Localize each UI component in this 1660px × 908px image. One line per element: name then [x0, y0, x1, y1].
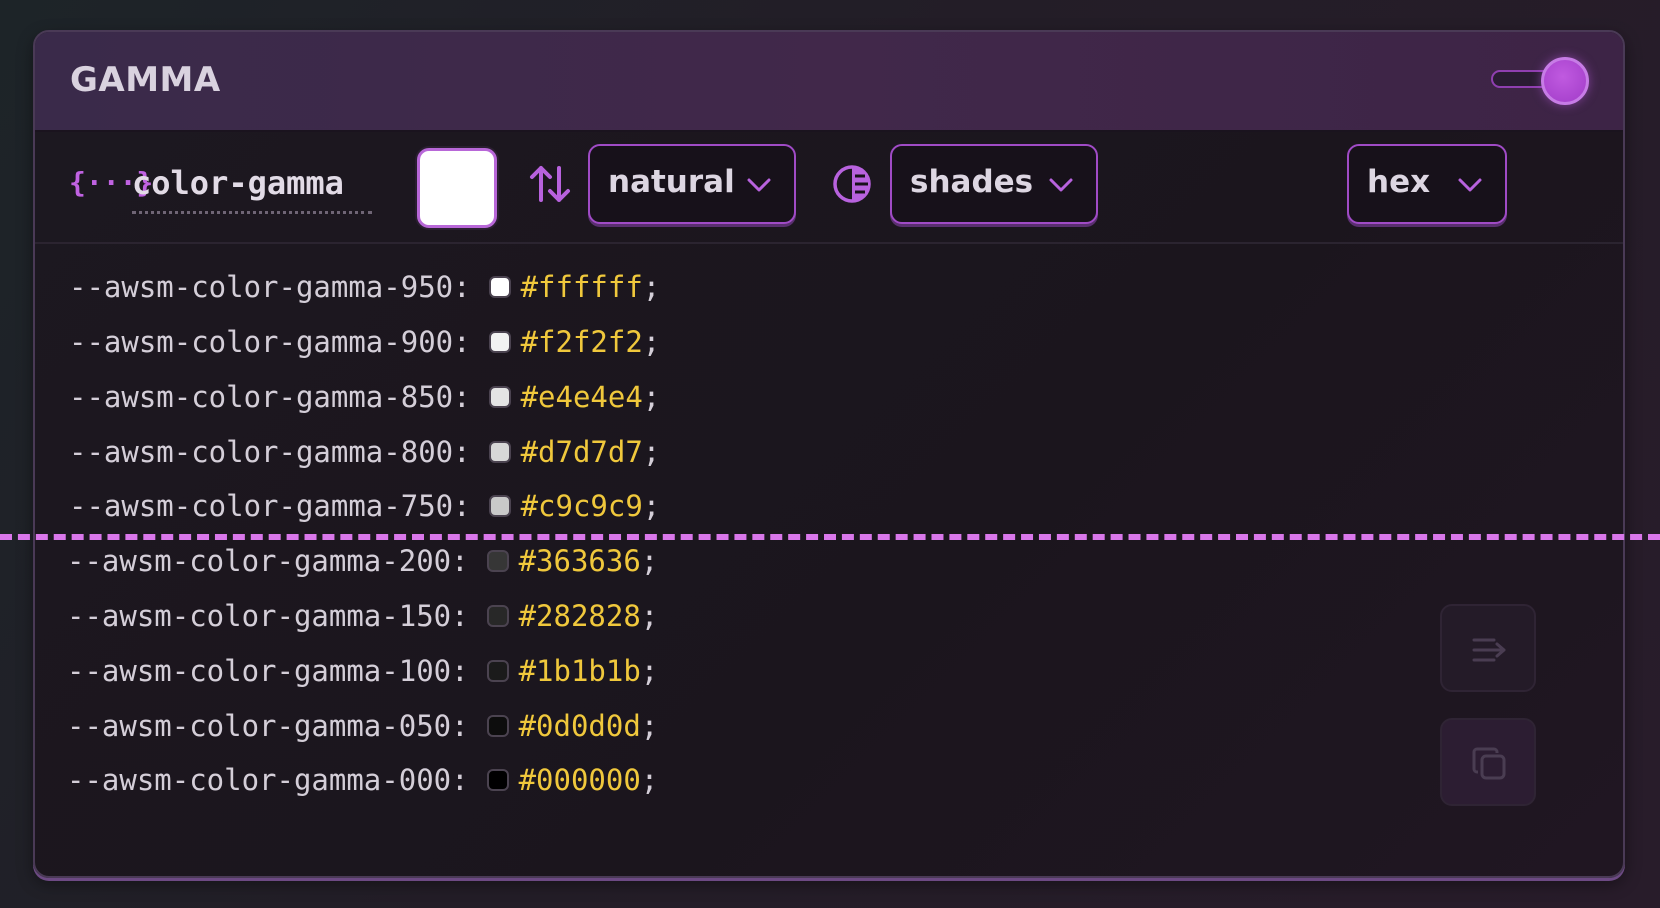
panel-title: GAMMA [70, 60, 221, 100]
contrast-icon [831, 163, 873, 205]
code-row: --awsm-color-gamma-900: #f2f2f2; [69, 315, 660, 369]
color-dot [486, 605, 509, 627]
color-dot [486, 550, 509, 572]
code-row: --awsm-color-gamma-750: #c9c9c9; [69, 479, 660, 533]
hex-value: #ffffff [520, 270, 643, 304]
semicolon: ; [642, 489, 661, 523]
semicolon: ; [640, 763, 659, 797]
semicolon: ; [640, 599, 659, 633]
hex-value: #1b1b1b [518, 654, 641, 688]
base-color-swatch[interactable] [417, 148, 497, 228]
hex-value: #363636 [518, 544, 641, 578]
code-row: --awsm-color-gamma-100: #1b1b1b; [67, 644, 658, 698]
palette-select[interactable]: shades [890, 144, 1098, 224]
chevron-down-icon [1457, 172, 1483, 198]
wrap-lines-icon [1472, 638, 1506, 662]
code-row: --awsm-color-gamma-850: #e4e4e4; [69, 370, 660, 424]
wrap-lines-button[interactable] [1440, 604, 1536, 692]
hex-value: #0d0d0d [518, 709, 641, 743]
sort-arrows-icon[interactable] [528, 162, 572, 206]
variable-label: --awsm-color-gamma-750: [69, 489, 471, 523]
color-dot [488, 331, 511, 353]
color-dot [488, 276, 511, 298]
enable-toggle[interactable] [1491, 57, 1591, 105]
semicolon: ; [642, 270, 661, 304]
variable-label: --awsm-color-gamma-150: [67, 599, 469, 633]
color-dot [488, 386, 511, 408]
code-row: --awsm-color-gamma-200: #363636; [67, 534, 658, 588]
code-row: --awsm-color-gamma-950: #ffffff; [69, 260, 660, 314]
variable-label: --awsm-color-gamma-850: [69, 380, 471, 414]
semicolon: ; [640, 544, 659, 578]
hex-value: #f2f2f2 [520, 325, 643, 359]
hex-value: #282828 [518, 599, 641, 633]
copy-icon [1472, 747, 1506, 780]
semicolon: ; [640, 709, 659, 743]
hex-value: #d7d7d7 [520, 435, 643, 469]
panel-header: GAMMA [35, 32, 1623, 132]
mode-select[interactable]: natural [588, 144, 796, 224]
chevron-down-icon [746, 172, 772, 198]
variable-name-input[interactable] [132, 158, 372, 208]
chevron-down-icon [1048, 172, 1074, 198]
toggle-knob [1541, 57, 1589, 105]
color-dot [488, 495, 511, 517]
variable-label: --awsm-color-gamma-800: [69, 435, 471, 469]
color-dot [486, 769, 509, 791]
semicolon: ; [642, 380, 661, 414]
color-gamma-panel: GAMMA {···} natural [33, 30, 1625, 878]
palette-select-value: shades [910, 164, 1034, 200]
toolbar: {···} natural shades [35, 130, 1623, 244]
format-select-value: hex [1367, 164, 1431, 200]
code-row: --awsm-color-gamma-050: #0d0d0d; [67, 699, 658, 753]
color-dot [486, 715, 509, 737]
variable-label: --awsm-color-gamma-900: [69, 325, 471, 359]
variable-name-underline [132, 211, 372, 214]
code-row: --awsm-color-gamma-000: #000000; [67, 753, 658, 807]
css-output: --awsm-color-gamma-950: #ffffff; --awsm-… [35, 244, 1623, 876]
variable-label: --awsm-color-gamma-200: [67, 544, 469, 578]
semicolon: ; [640, 654, 659, 688]
semicolon: ; [642, 435, 661, 469]
color-dot [486, 660, 509, 682]
hex-value: #c9c9c9 [520, 489, 643, 523]
code-row: --awsm-color-gamma-150: #282828; [67, 589, 658, 643]
format-select[interactable]: hex [1347, 144, 1507, 224]
copy-button[interactable] [1440, 718, 1536, 806]
hex-value: #000000 [518, 763, 641, 797]
color-dot [488, 441, 511, 463]
code-row: --awsm-color-gamma-800: #d7d7d7; [69, 425, 660, 479]
hex-value: #e4e4e4 [520, 380, 643, 414]
variable-label: --awsm-color-gamma-050: [67, 709, 469, 743]
truncation-divider [0, 534, 1660, 540]
mode-select-value: natural [608, 164, 735, 200]
variable-label: --awsm-color-gamma-950: [69, 270, 471, 304]
variable-label: --awsm-color-gamma-100: [67, 654, 469, 688]
semicolon: ; [642, 325, 661, 359]
variable-label: --awsm-color-gamma-000: [67, 763, 469, 797]
